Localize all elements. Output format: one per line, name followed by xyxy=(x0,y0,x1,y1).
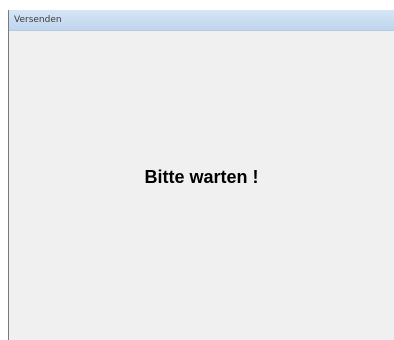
dialog-window: Versenden Bitte warten ! xyxy=(8,10,394,340)
wait-message: Bitte warten ! xyxy=(144,167,259,187)
window-title: Versenden xyxy=(14,15,62,25)
dialog-content: Bitte warten ! xyxy=(9,31,394,340)
title-bar[interactable]: Versenden xyxy=(9,10,394,31)
